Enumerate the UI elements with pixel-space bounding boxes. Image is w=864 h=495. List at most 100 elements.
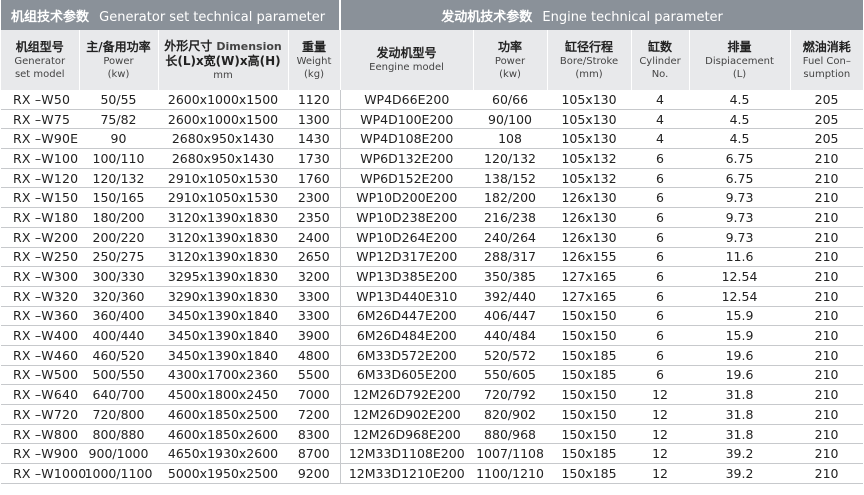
- cell-engine-model: WP13D440E310: [340, 286, 474, 307]
- cell-engine-model: 12M26D968E200: [340, 424, 474, 445]
- cell-bore-stroke: 105x132: [547, 148, 632, 169]
- cell-weight: 9200: [288, 463, 341, 484]
- col-header-zh-line: 外形尺寸 Dimension: [159, 39, 288, 54]
- cell-power: 50/55: [79, 90, 158, 110]
- cell-engine-power: 138/152: [473, 168, 548, 189]
- cell-engine-model: WP10D200E200: [340, 187, 474, 209]
- cell-power: 900/1000: [79, 443, 158, 465]
- col-header-en: Cylinder: [639, 55, 681, 67]
- cell-displacement: 31.8: [689, 384, 791, 405]
- cell-engine-model: 6M26D484E200: [340, 325, 474, 346]
- cell-engine-power: 1007/1108: [473, 443, 548, 465]
- cell-bore-stroke: 150x185: [547, 443, 632, 465]
- col-header-en: sumption: [803, 68, 851, 80]
- cell-cylinders: 6: [631, 187, 690, 209]
- cell-fuel-consumption: 210: [790, 306, 864, 327]
- cell-engine-model: WP4D66E200: [340, 90, 474, 110]
- cell-weight: 1760: [288, 168, 341, 189]
- cell-dimension: 2680x950x1430: [158, 128, 288, 150]
- generator-section-title: 机组技术参数 Generator set technical parameter: [1, 0, 342, 30]
- cell-power: 640/700: [79, 384, 158, 405]
- cell-engine-model: WP10D238E200: [340, 207, 474, 228]
- cell-fuel-consumption: 210: [790, 266, 864, 287]
- cell-dimension: 3120x1390x1830: [158, 207, 288, 228]
- cell-weight: 1120: [288, 90, 341, 110]
- cell-displacement: 4.5: [689, 128, 791, 150]
- cell-dimension: 4650x1930x2600: [158, 443, 288, 465]
- col-header-en: Bore/Stroke: [559, 55, 619, 67]
- col-header-zh: 重量: [302, 39, 327, 54]
- cell-fuel-consumption: 210: [790, 247, 864, 268]
- cell-bore-stroke: 150x150: [547, 306, 632, 327]
- table-row: RX –W300 300/330 3295x1390x1830 3200 WP13D38…: [1, 266, 864, 287]
- cell-bore-stroke: 150x185: [547, 345, 632, 366]
- cell-weight: 2400: [288, 227, 341, 248]
- table-row: RX –W100 100/110 2680x950x1430 1730 WP6D132E…: [1, 148, 864, 169]
- table-row: RX –W320 320/360 3290x1390x1830 3300 WP13D44…: [1, 286, 864, 307]
- cell-bore-stroke: 126x130: [547, 227, 632, 248]
- cell-power: 150/165: [79, 187, 158, 209]
- cell-weight: 4800: [288, 345, 341, 366]
- cell-power: 100/110: [79, 148, 158, 169]
- cell-generator-model: RX –W460: [1, 345, 79, 366]
- cell-engine-power: 880/968: [473, 424, 548, 445]
- cell-generator-model: RX –W50: [1, 90, 79, 110]
- table-row: RX –W75 75/82 2600x1000x1500 1300 WP4D100E20…: [1, 109, 864, 130]
- col-header-en: Eengine model: [369, 62, 444, 73]
- col-header-en: (L): [732, 68, 747, 80]
- cell-fuel-consumption: 210: [790, 286, 864, 307]
- cell-weight: 1430: [288, 128, 341, 150]
- cell-cylinders: 12: [631, 424, 690, 445]
- cell-displacement: 12.54: [689, 286, 791, 307]
- cell-engine-power: 60/66: [473, 90, 548, 110]
- cell-engine-model: WP4D100E200: [340, 109, 474, 130]
- col-header-zh-sub: 长(L)x宽(W)x高(H): [165, 53, 281, 68]
- cell-generator-model: RX –W400: [1, 325, 79, 346]
- cell-bore-stroke: 127x165: [547, 266, 632, 287]
- engine-section-title: 发动机技术参数 Engine technical parameter: [340, 0, 864, 30]
- cell-engine-model: 12M26D902E200: [340, 404, 474, 425]
- col-header-zh: 功率: [498, 39, 523, 54]
- col-header-en: (kg): [304, 68, 324, 80]
- cell-power: 120/132: [79, 168, 158, 189]
- cell-weight: 2300: [288, 187, 341, 209]
- cell-cylinders: 6: [631, 207, 690, 228]
- cell-weight: 3300: [288, 306, 341, 327]
- section-header-row: 机组技术参数 Generator set technical parameter…: [1, 0, 864, 30]
- cell-fuel-consumption: 210: [790, 227, 864, 248]
- cell-fuel-consumption: 205: [790, 90, 864, 110]
- cell-bore-stroke: 105x130: [547, 90, 632, 110]
- cell-power: 360/400: [79, 306, 158, 327]
- cell-power: 320/360: [79, 286, 158, 307]
- cell-dimension: 3450x1390x1840: [158, 325, 288, 346]
- cell-dimension: 2600x1000x1500: [158, 109, 288, 130]
- cell-displacement: 4.5: [689, 90, 791, 110]
- cell-engine-power: 90/100: [473, 109, 548, 130]
- cell-bore-stroke: 105x132: [547, 168, 632, 189]
- cell-power: 500/550: [79, 365, 158, 386]
- table-row: RX –W900 900/1000 4650x1930x2600 8700 12M33D…: [1, 443, 864, 465]
- cell-bore-stroke: 126x155: [547, 247, 632, 268]
- col-header-zh: 主/备用功率: [86, 39, 151, 54]
- cell-engine-model: WP4D108E200: [340, 128, 474, 150]
- col-header-power: 主/备用功率 Power (kw): [79, 30, 159, 90]
- cell-generator-model: RX –W720: [1, 404, 79, 425]
- cell-power: 200/220: [79, 227, 158, 248]
- table-row: RX –W460 460/520 3450x1390x1840 4800 6M33D57…: [1, 345, 864, 366]
- cell-fuel-consumption: 210: [790, 443, 864, 465]
- cell-cylinders: 6: [631, 227, 690, 248]
- cell-weight: 3200: [288, 266, 341, 287]
- table-row: RX –W50 50/55 2600x1000x1500 1120 WP4D66E200…: [1, 90, 864, 110]
- cell-generator-model: RX –W200: [1, 227, 79, 248]
- cell-displacement: 31.8: [689, 404, 791, 425]
- spec-table: 机组技术参数 Generator set technical parameter…: [1, 0, 864, 484]
- col-header-en: Power: [494, 55, 526, 67]
- cell-power: 180/200: [79, 207, 158, 228]
- col-header-displacement: 排量 Dispiacement (L): [689, 30, 791, 90]
- cell-cylinders: 12: [631, 384, 690, 405]
- cell-fuel-consumption: 210: [790, 168, 864, 189]
- cell-fuel-consumption: 210: [790, 384, 864, 405]
- cell-bore-stroke: 150x150: [547, 404, 632, 425]
- cell-bore-stroke: 126x130: [547, 187, 632, 209]
- cell-generator-model: RX –W150: [1, 187, 79, 209]
